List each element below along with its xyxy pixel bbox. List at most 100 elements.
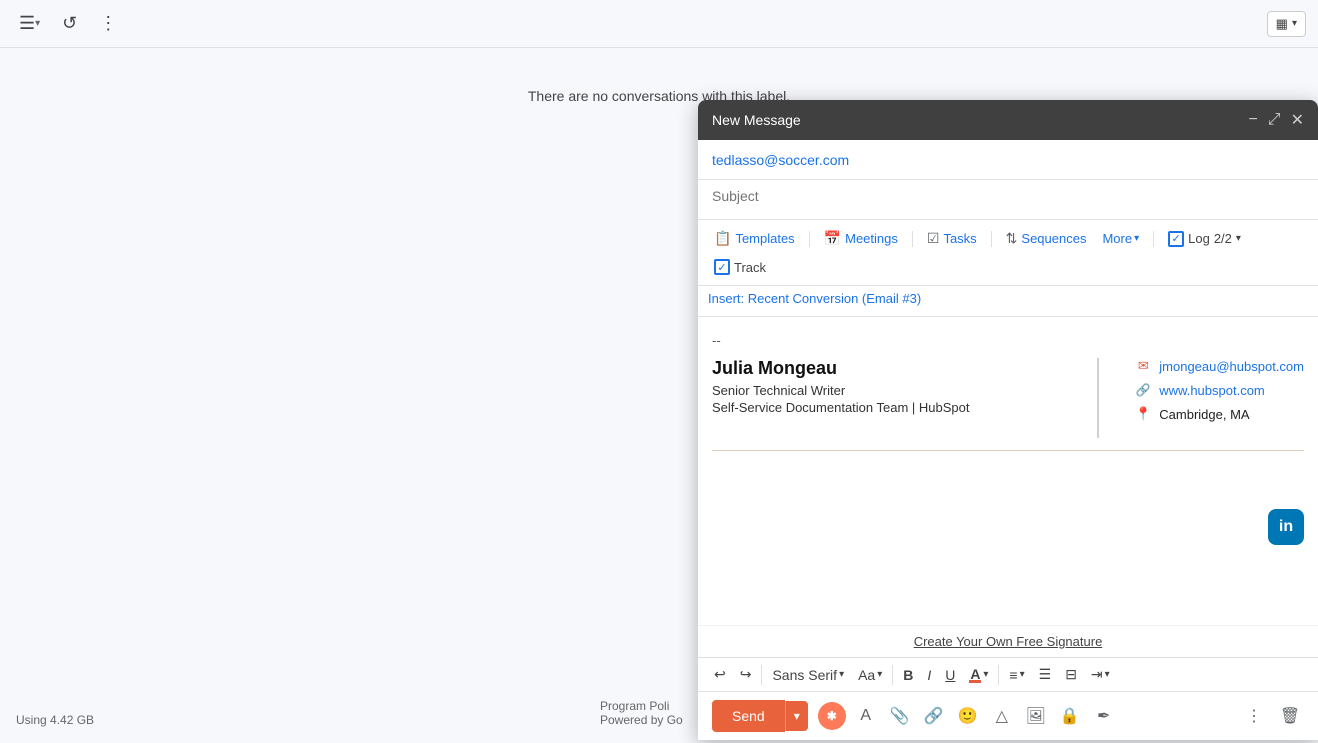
link-icon[interactable]: 🔗	[920, 702, 948, 730]
hubspot-logo: ✱	[827, 709, 837, 723]
font-chevron-icon: ▾	[839, 669, 844, 680]
more-button[interactable]: More ▾	[1096, 227, 1145, 250]
sig-name: Julia Mongeau	[712, 358, 1077, 379]
powered-by-text: Powered by Go	[600, 713, 683, 727]
close-icon: ✕	[1291, 112, 1304, 129]
location-icon: 📍	[1135, 406, 1151, 422]
compose-window: New Message − ⤢ ✕ tedlasso@soccer.com 📋	[698, 100, 1318, 740]
bold-button[interactable]: B	[897, 663, 919, 687]
bullet-list-icon: ☰	[1039, 666, 1052, 683]
hubspot-icon[interactable]: ✱	[818, 702, 846, 730]
signature-pen-icon: ✒	[1097, 706, 1110, 726]
font-family-label: Sans Serif	[772, 667, 837, 683]
sig-container: Julia Mongeau Senior Technical Writer Se…	[712, 358, 1304, 438]
meetings-icon: 📅	[824, 230, 841, 247]
sig-right: ✉ jmongeau@hubspot.com 🔗 www.hubspot.com…	[1119, 358, 1304, 438]
sidebar-toggle-icon: ☰	[19, 13, 35, 34]
track-label: Track	[734, 260, 766, 275]
log-count: 2/2	[1214, 231, 1232, 246]
send-button[interactable]: Send	[712, 700, 785, 732]
close-button[interactable]: ✕	[1291, 110, 1304, 130]
log-checkbox-icon: ✓	[1168, 231, 1184, 247]
signature-block: -- Julia Mongeau Senior Technical Writer…	[712, 333, 1304, 451]
sig-email-contact: ✉ jmongeau@hubspot.com	[1135, 358, 1304, 374]
main-toolbar: ☰ ▾ ↺ ⋮ ▦ ▾	[0, 0, 1318, 48]
sig-right-divider	[1097, 358, 1099, 438]
to-field[interactable]: tedlasso@soccer.com	[698, 140, 1318, 180]
more-options-icon: ⋮	[99, 13, 117, 34]
subject-input[interactable]	[712, 188, 1304, 204]
toolbar-sep-3	[991, 231, 992, 247]
font-family-button[interactable]: Sans Serif ▾	[766, 663, 850, 687]
fmt-sep-2	[892, 665, 893, 685]
underline-icon: U	[945, 667, 955, 683]
tasks-button[interactable]: ☑ Tasks	[921, 226, 983, 251]
email-body[interactable]: -- Julia Mongeau Senior Technical Writer…	[698, 317, 1318, 625]
sequences-button[interactable]: ⇅ Sequences	[1000, 226, 1093, 251]
send-button-group: Send ▾	[712, 700, 808, 732]
linkedin-badge[interactable]: in	[1268, 509, 1304, 545]
create-signature-section: Create Your Own Free Signature	[698, 625, 1318, 657]
meetings-label: Meetings	[845, 231, 898, 246]
indent-chevron-icon: ▾	[1105, 669, 1110, 680]
redo-button[interactable]: ↪	[734, 662, 758, 687]
align-chevron-icon: ▾	[1020, 669, 1025, 680]
insert-suggestion-link[interactable]: Insert: Recent Conversion (Email #3)	[708, 291, 921, 306]
drive-icon[interactable]: △	[988, 702, 1016, 730]
compose-body: tedlasso@soccer.com 📋 Templates 📅 Meetin…	[698, 140, 1318, 740]
google-drive-icon: △	[996, 706, 1008, 726]
toolbar-sep-2	[912, 231, 913, 247]
sequences-label: Sequences	[1021, 231, 1086, 246]
emoji-icon[interactable]: 🙂	[954, 702, 982, 730]
fmt-sep-1	[761, 665, 762, 685]
italic-button[interactable]: I	[921, 663, 937, 687]
send-dropdown-button[interactable]: ▾	[785, 701, 808, 731]
program-policy-link[interactable]: Program Poli	[600, 699, 683, 713]
compose-title: New Message	[712, 112, 801, 128]
log-item[interactable]: ✓ Log 2/2 ▾	[1162, 227, 1247, 251]
minimize-button[interactable]: −	[1248, 111, 1257, 129]
refresh-button[interactable]: ↺	[55, 8, 84, 39]
more-send-options-button[interactable]: ⋮	[1240, 702, 1268, 730]
pen-icon[interactable]: ✒	[1090, 702, 1118, 730]
templates-button[interactable]: 📋 Templates	[708, 226, 801, 251]
font-color-button[interactable]: A ▾	[963, 662, 994, 687]
attachment-icon[interactable]: 📎	[886, 702, 914, 730]
delete-draft-button[interactable]: 🗑	[1276, 702, 1304, 730]
italic-icon: I	[927, 667, 931, 683]
meetings-button[interactable]: 📅 Meetings	[818, 226, 904, 251]
confidential-icon: 🔒	[1060, 706, 1080, 726]
maximize-icon: ⤢	[1268, 111, 1281, 128]
indent-button[interactable]: ⇥ ▾	[1085, 662, 1116, 687]
maximize-button[interactable]: ⤢	[1268, 111, 1281, 129]
track-item[interactable]: ✓ Track	[708, 255, 772, 279]
sig-website-text: www.hubspot.com	[1159, 383, 1265, 398]
bold-icon: B	[903, 667, 913, 683]
undo-button[interactable]: ↩	[708, 662, 732, 687]
sig-location-text: Cambridge, MA	[1159, 407, 1249, 422]
send-toolbar-icons: ✱ A 📎 🔗 🙂 △ 🖼	[818, 702, 1230, 730]
underline-button[interactable]: U	[939, 663, 961, 687]
sequences-icon: ⇅	[1006, 230, 1018, 247]
lock-icon[interactable]: 🔒	[1056, 702, 1084, 730]
photo-icon[interactable]: 🖼	[1022, 702, 1050, 730]
create-signature-link[interactable]: Create Your Own Free Signature	[914, 634, 1103, 649]
compose-toolbar: 📋 Templates 📅 Meetings ☑ Tasks ⇅ Sequenc…	[698, 220, 1318, 286]
more-options-button[interactable]: ⋮	[92, 8, 124, 39]
insert-suggestion-bar: Insert: Recent Conversion (Email #3)	[698, 286, 1318, 317]
align-button[interactable]: ≡ ▾	[1003, 663, 1030, 687]
format-toolbar: ↩ ↪ Sans Serif ▾ Aa ▾ B I U	[698, 657, 1318, 691]
toolbar-sep-4	[1153, 231, 1154, 247]
toolbar-sep-1	[809, 231, 810, 247]
font-color-send-icon[interactable]: A	[852, 702, 880, 730]
font-size-button[interactable]: Aa ▾	[852, 663, 888, 687]
font-size-label: Aa	[858, 667, 875, 683]
more-chevron-icon: ▾	[1134, 233, 1139, 244]
bullet-list-button[interactable]: ☰	[1033, 662, 1058, 687]
numbered-list-button[interactable]: ⊟	[1059, 662, 1083, 687]
layout-button[interactable]: ▦ ▾	[1267, 11, 1306, 37]
sidebar-toggle-button[interactable]: ☰ ▾	[12, 8, 47, 39]
subject-field[interactable]	[698, 180, 1318, 220]
sig-org: Self-Service Documentation Team | HubSpo…	[712, 400, 1077, 415]
indent-icon: ⇥	[1091, 666, 1103, 683]
